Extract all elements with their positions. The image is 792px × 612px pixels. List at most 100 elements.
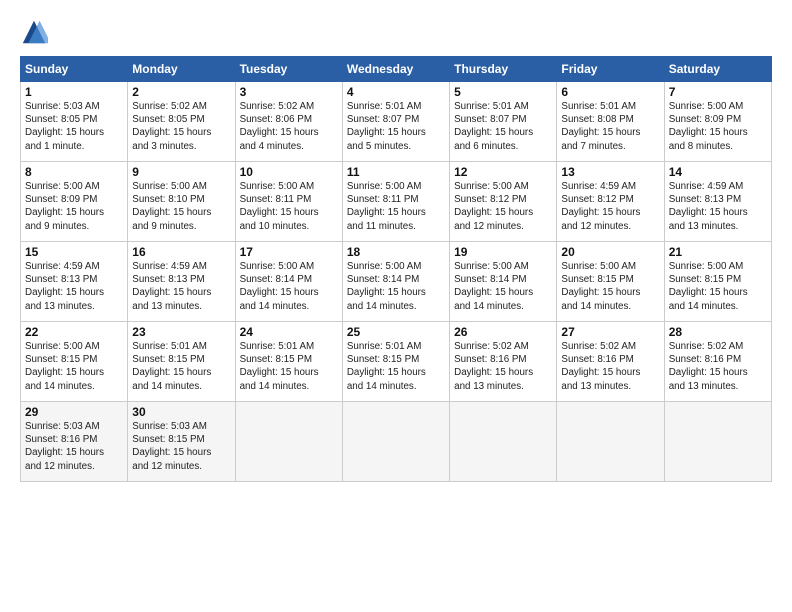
day-info: Sunrise: 5:00 AMSunset: 8:10 PMDaylight:… <box>132 180 230 233</box>
day-info: Sunrise: 4:59 AMSunset: 8:13 PMDaylight:… <box>25 260 123 313</box>
week-row-2: 8Sunrise: 5:00 AMSunset: 8:09 PMDaylight… <box>21 162 772 242</box>
calendar-cell: 9Sunrise: 5:00 AMSunset: 8:10 PMDaylight… <box>128 162 235 242</box>
day-number: 22 <box>25 325 123 339</box>
day-number: 20 <box>561 245 659 259</box>
weekday-header-row: SundayMondayTuesdayWednesdayThursdayFrid… <box>21 57 772 82</box>
week-row-5: 29Sunrise: 5:03 AMSunset: 8:16 PMDayligh… <box>21 402 772 482</box>
day-number: 11 <box>347 165 445 179</box>
day-number: 13 <box>561 165 659 179</box>
week-row-4: 22Sunrise: 5:00 AMSunset: 8:15 PMDayligh… <box>21 322 772 402</box>
calendar-cell: 16Sunrise: 4:59 AMSunset: 8:13 PMDayligh… <box>128 242 235 322</box>
page: SundayMondayTuesdayWednesdayThursdayFrid… <box>0 0 792 612</box>
calendar-cell: 13Sunrise: 4:59 AMSunset: 8:12 PMDayligh… <box>557 162 664 242</box>
calendar-cell <box>450 402 557 482</box>
day-info: Sunrise: 5:00 AMSunset: 8:11 PMDaylight:… <box>347 180 445 233</box>
day-number: 1 <box>25 85 123 99</box>
day-number: 28 <box>669 325 767 339</box>
day-info: Sunrise: 5:00 AMSunset: 8:09 PMDaylight:… <box>669 100 767 153</box>
day-info: Sunrise: 5:01 AMSunset: 8:15 PMDaylight:… <box>132 340 230 393</box>
calendar-cell: 26Sunrise: 5:02 AMSunset: 8:16 PMDayligh… <box>450 322 557 402</box>
calendar-cell <box>664 402 771 482</box>
weekday-header-thursday: Thursday <box>450 57 557 82</box>
day-number: 27 <box>561 325 659 339</box>
day-info: Sunrise: 5:00 AMSunset: 8:15 PMDaylight:… <box>561 260 659 313</box>
day-number: 24 <box>240 325 338 339</box>
calendar-cell: 7Sunrise: 5:00 AMSunset: 8:09 PMDaylight… <box>664 82 771 162</box>
day-info: Sunrise: 5:03 AMSunset: 8:15 PMDaylight:… <box>132 420 230 473</box>
calendar-cell <box>235 402 342 482</box>
calendar-cell: 25Sunrise: 5:01 AMSunset: 8:15 PMDayligh… <box>342 322 449 402</box>
calendar: SundayMondayTuesdayWednesdayThursdayFrid… <box>20 56 772 482</box>
calendar-cell: 22Sunrise: 5:00 AMSunset: 8:15 PMDayligh… <box>21 322 128 402</box>
day-number: 3 <box>240 85 338 99</box>
day-number: 6 <box>561 85 659 99</box>
day-info: Sunrise: 5:02 AMSunset: 8:16 PMDaylight:… <box>669 340 767 393</box>
day-number: 19 <box>454 245 552 259</box>
day-number: 21 <box>669 245 767 259</box>
day-info: Sunrise: 5:00 AMSunset: 8:15 PMDaylight:… <box>25 340 123 393</box>
day-number: 15 <box>25 245 123 259</box>
weekday-header-tuesday: Tuesday <box>235 57 342 82</box>
day-info: Sunrise: 5:00 AMSunset: 8:14 PMDaylight:… <box>347 260 445 313</box>
day-number: 16 <box>132 245 230 259</box>
calendar-cell: 17Sunrise: 5:00 AMSunset: 8:14 PMDayligh… <box>235 242 342 322</box>
day-number: 12 <box>454 165 552 179</box>
day-number: 9 <box>132 165 230 179</box>
day-number: 10 <box>240 165 338 179</box>
calendar-cell: 24Sunrise: 5:01 AMSunset: 8:15 PMDayligh… <box>235 322 342 402</box>
calendar-cell <box>342 402 449 482</box>
calendar-cell: 11Sunrise: 5:00 AMSunset: 8:11 PMDayligh… <box>342 162 449 242</box>
calendar-cell: 8Sunrise: 5:00 AMSunset: 8:09 PMDaylight… <box>21 162 128 242</box>
calendar-cell: 28Sunrise: 5:02 AMSunset: 8:16 PMDayligh… <box>664 322 771 402</box>
weekday-header-friday: Friday <box>557 57 664 82</box>
day-info: Sunrise: 4:59 AMSunset: 8:13 PMDaylight:… <box>669 180 767 233</box>
day-info: Sunrise: 5:02 AMSunset: 8:05 PMDaylight:… <box>132 100 230 153</box>
day-number: 2 <box>132 85 230 99</box>
day-number: 26 <box>454 325 552 339</box>
calendar-cell: 19Sunrise: 5:00 AMSunset: 8:14 PMDayligh… <box>450 242 557 322</box>
weekday-header-saturday: Saturday <box>664 57 771 82</box>
day-info: Sunrise: 5:01 AMSunset: 8:15 PMDaylight:… <box>240 340 338 393</box>
calendar-cell: 30Sunrise: 5:03 AMSunset: 8:15 PMDayligh… <box>128 402 235 482</box>
day-info: Sunrise: 5:00 AMSunset: 8:14 PMDaylight:… <box>240 260 338 313</box>
week-row-3: 15Sunrise: 4:59 AMSunset: 8:13 PMDayligh… <box>21 242 772 322</box>
calendar-cell: 14Sunrise: 4:59 AMSunset: 8:13 PMDayligh… <box>664 162 771 242</box>
weekday-header-sunday: Sunday <box>21 57 128 82</box>
calendar-cell: 5Sunrise: 5:01 AMSunset: 8:07 PMDaylight… <box>450 82 557 162</box>
day-info: Sunrise: 5:01 AMSunset: 8:07 PMDaylight:… <box>347 100 445 153</box>
header <box>20 18 772 46</box>
calendar-cell: 1Sunrise: 5:03 AMSunset: 8:05 PMDaylight… <box>21 82 128 162</box>
day-number: 5 <box>454 85 552 99</box>
day-info: Sunrise: 4:59 AMSunset: 8:13 PMDaylight:… <box>132 260 230 313</box>
day-number: 30 <box>132 405 230 419</box>
day-info: Sunrise: 5:02 AMSunset: 8:06 PMDaylight:… <box>240 100 338 153</box>
calendar-cell: 4Sunrise: 5:01 AMSunset: 8:07 PMDaylight… <box>342 82 449 162</box>
calendar-cell: 23Sunrise: 5:01 AMSunset: 8:15 PMDayligh… <box>128 322 235 402</box>
day-info: Sunrise: 5:01 AMSunset: 8:08 PMDaylight:… <box>561 100 659 153</box>
calendar-cell: 21Sunrise: 5:00 AMSunset: 8:15 PMDayligh… <box>664 242 771 322</box>
day-info: Sunrise: 5:02 AMSunset: 8:16 PMDaylight:… <box>561 340 659 393</box>
calendar-cell: 2Sunrise: 5:02 AMSunset: 8:05 PMDaylight… <box>128 82 235 162</box>
day-number: 4 <box>347 85 445 99</box>
calendar-cell: 6Sunrise: 5:01 AMSunset: 8:08 PMDaylight… <box>557 82 664 162</box>
calendar-cell: 3Sunrise: 5:02 AMSunset: 8:06 PMDaylight… <box>235 82 342 162</box>
calendar-cell: 15Sunrise: 4:59 AMSunset: 8:13 PMDayligh… <box>21 242 128 322</box>
day-info: Sunrise: 5:00 AMSunset: 8:12 PMDaylight:… <box>454 180 552 233</box>
day-info: Sunrise: 5:00 AMSunset: 8:09 PMDaylight:… <box>25 180 123 233</box>
calendar-cell <box>557 402 664 482</box>
day-number: 25 <box>347 325 445 339</box>
calendar-cell: 29Sunrise: 5:03 AMSunset: 8:16 PMDayligh… <box>21 402 128 482</box>
weekday-header-monday: Monday <box>128 57 235 82</box>
day-info: Sunrise: 5:00 AMSunset: 8:15 PMDaylight:… <box>669 260 767 313</box>
day-number: 14 <box>669 165 767 179</box>
day-info: Sunrise: 5:03 AMSunset: 8:05 PMDaylight:… <box>25 100 123 153</box>
calendar-cell: 10Sunrise: 5:00 AMSunset: 8:11 PMDayligh… <box>235 162 342 242</box>
calendar-cell: 27Sunrise: 5:02 AMSunset: 8:16 PMDayligh… <box>557 322 664 402</box>
day-number: 23 <box>132 325 230 339</box>
weekday-header-wednesday: Wednesday <box>342 57 449 82</box>
day-number: 7 <box>669 85 767 99</box>
day-info: Sunrise: 5:01 AMSunset: 8:07 PMDaylight:… <box>454 100 552 153</box>
calendar-cell: 18Sunrise: 5:00 AMSunset: 8:14 PMDayligh… <box>342 242 449 322</box>
day-info: Sunrise: 5:03 AMSunset: 8:16 PMDaylight:… <box>25 420 123 473</box>
day-info: Sunrise: 5:00 AMSunset: 8:11 PMDaylight:… <box>240 180 338 233</box>
